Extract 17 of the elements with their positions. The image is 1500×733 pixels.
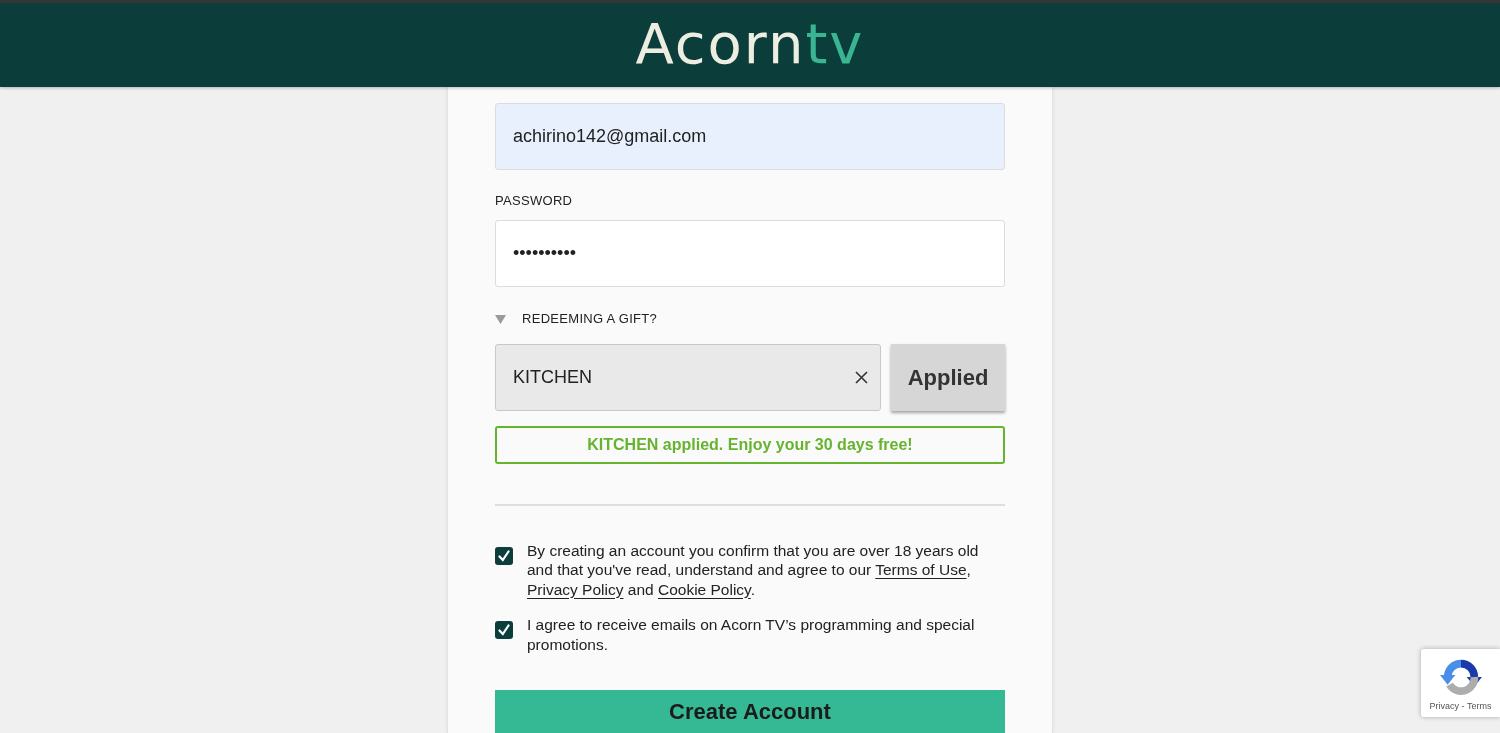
- agreement-text: I agree to receive emails on Acorn TV’s programming and special promotions.: [527, 615, 976, 654]
- clear-icon[interactable]: [855, 370, 868, 384]
- checkbox[interactable]: [495, 546, 513, 565]
- success-message: KITCHEN applied. Enjoy your 30 days free!: [495, 425, 1005, 464]
- agreement-text: By creating an account you confirm that you are over 18 years old and that you've read, understand and agree to our Terms of Use, Privacy Policy and Cookie Policy.: [527, 540, 980, 599]
- logo[interactable]: Acorntv: [635, 16, 865, 74]
- gift-toggle[interactable]: REDEEMING A GIFT?: [495, 310, 658, 328]
- create-account-button[interactable]: Create Account: [495, 690, 1005, 733]
- inline-link[interactable]: Privacy Policy: [527, 580, 624, 598]
- privacy-terms-link[interactable]: Privacy - Terms: [1429, 701, 1492, 712]
- gift-code-field[interactable]: KITCHEN: [495, 343, 881, 411]
- email-field[interactable]: achirino142@gmail.com: [495, 103, 1005, 170]
- password-label: PASSWORD: [495, 192, 574, 210]
- checkbox[interactable]: [495, 621, 513, 639]
- password-field[interactable]: ••••••••••: [495, 220, 1005, 287]
- inline-link[interactable]: Cookie Policy: [657, 580, 751, 598]
- inline-link[interactable]: Terms of Use: [875, 561, 967, 578]
